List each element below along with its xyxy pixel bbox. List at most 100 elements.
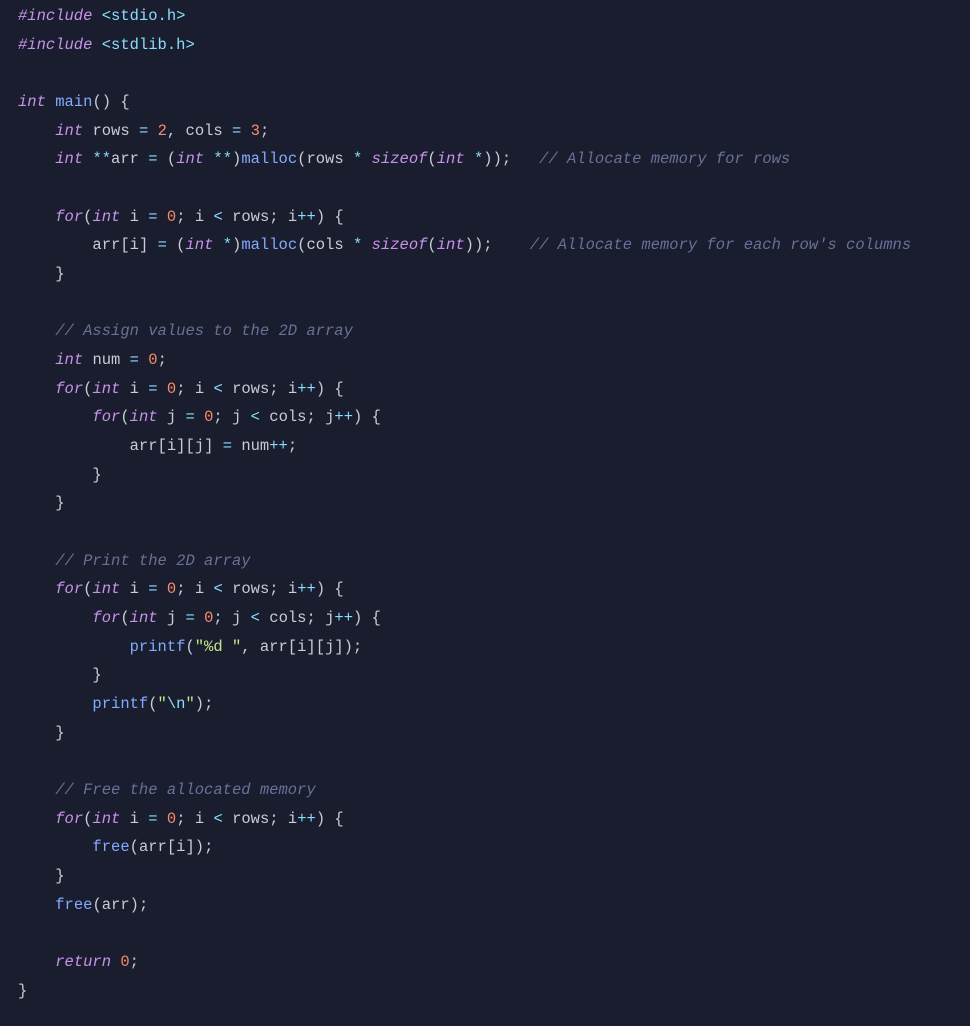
token-pun [18,380,55,398]
token-pun [158,609,167,627]
token-pun [148,122,157,140]
token-op: < [213,208,222,226]
token-cmt: // Allocate memory for each row's column… [530,236,911,254]
token-pun [18,810,55,828]
token-op: = [139,122,148,140]
token-pun [158,580,167,598]
token-id: j [195,437,204,455]
token-pun [195,408,204,426]
token-pun [18,580,55,598]
token-op: ++ [297,208,316,226]
token-pun: )); [465,236,530,254]
token-pun: [ [158,437,167,455]
token-call: free [92,838,129,856]
token-pun: ; [307,408,326,426]
token-pun: ; [269,810,288,828]
token-id: arr [139,838,167,856]
token-type: int [185,236,213,254]
token-pun: , [241,638,260,656]
token-id: j [325,638,334,656]
token-id: cols [306,236,343,254]
token-pun: ][ [306,638,325,656]
token-pun: [ [120,236,129,254]
token-op: = [148,810,157,828]
token-id: j [232,609,241,627]
token-pun: ]); [185,838,213,856]
token-pun: ( [120,609,129,627]
code-line: // Free the allocated memory [18,781,316,799]
token-pun [223,380,232,398]
token-num: 0 [167,380,176,398]
token-pun: ; [158,351,167,369]
token-pun: ) { [316,580,344,598]
token-pun [344,236,353,254]
token-id: arr [111,150,139,168]
token-cmt: // Free the allocated memory [55,781,315,799]
token-pun: } [18,494,65,512]
token-kw: for [55,580,83,598]
token-pun: ] [139,236,158,254]
code-line: } [18,265,65,283]
token-pun: ; [176,580,195,598]
token-type: int [130,408,158,426]
token-hdr: <stdlib.h> [102,36,195,54]
token-id: rows [232,380,269,398]
token-cmt: // Print the 2D array [55,552,250,570]
token-id: i [130,380,139,398]
token-cmt: // Allocate memory for rows [539,150,790,168]
token-id: i [130,208,139,226]
token-pun: ; [130,953,139,971]
token-id: i [288,580,297,598]
token-pun: ) [232,150,241,168]
token-pun [18,122,55,140]
token-pun: ][ [176,437,195,455]
token-num: 0 [148,351,157,369]
token-pun [465,150,474,168]
token-str: " [158,695,167,713]
token-inc: #include [18,7,92,25]
token-op: ++ [269,437,288,455]
code-line: // Assign values to the 2D array [18,322,353,340]
token-num: 0 [167,810,176,828]
token-pun: } [18,265,65,283]
token-pun: ; [213,408,232,426]
code-line: } [18,982,27,1000]
code-line: } [18,666,102,684]
token-pun [213,236,222,254]
code-line: } [18,724,65,742]
token-pun [130,122,139,140]
token-id: rows [92,122,129,140]
token-pun [18,609,92,627]
token-type: int [92,208,120,226]
code-line: int num = 0; [18,351,167,369]
token-pun: ( [130,838,139,856]
token-inc: #include [18,36,92,54]
token-pun: ); [130,896,149,914]
token-pun [139,351,148,369]
token-pun [139,150,148,168]
token-pun: ) { [353,408,381,426]
token-pun [92,7,101,25]
code-line: arr[i] = (int *)malloc(cols * sizeof(int… [18,236,911,254]
token-kw: sizeof [372,150,428,168]
code-line: int rows = 2, cols = 3; [18,122,269,140]
token-fn: main [55,93,92,111]
token-pun: ; [176,380,195,398]
code-line: printf("\n"); [18,695,213,713]
token-type: int [437,236,465,254]
token-pun: ( [120,408,129,426]
token-id: j [167,609,176,627]
token-pun: ; [288,437,297,455]
token-op: = [148,380,157,398]
token-pun [232,437,241,455]
token-pun: [ [167,838,176,856]
token-id: arr [92,236,120,254]
token-pun [158,208,167,226]
token-op: ++ [334,408,353,426]
token-op: < [251,609,260,627]
token-type: int [92,380,120,398]
token-id: i [297,638,306,656]
token-pun [241,609,250,627]
token-op: ** [213,150,232,168]
token-type: int [92,810,120,828]
